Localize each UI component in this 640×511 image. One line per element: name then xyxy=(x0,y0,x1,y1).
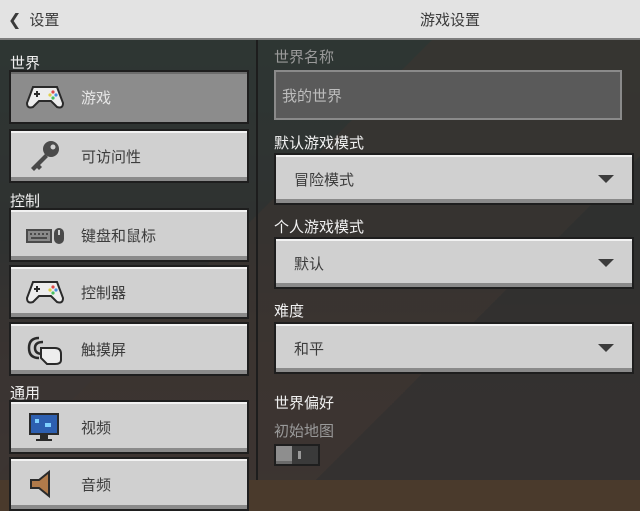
page-title: 游戏设置 xyxy=(419,10,480,29)
default-mode-label: 默认游戏模式 xyxy=(274,134,365,152)
sidebar: 世界 游戏 可访问性 控制 键盘和鼠标 控制器 触摸屏 通用 视频 音频 xyxy=(0,40,258,511)
personal-mode-label: 个人游戏模式 xyxy=(274,218,365,236)
difficulty-value: 和平 xyxy=(294,339,325,358)
controller-icon xyxy=(23,275,67,309)
difficulty-label: 难度 xyxy=(274,302,305,320)
personal-mode-value: 默认 xyxy=(294,254,325,273)
key-icon xyxy=(23,139,67,173)
toggle-knob xyxy=(276,446,292,464)
top-bar: ❮ 设置 游戏设置 xyxy=(0,0,640,40)
sidebar-item-label: 视频 xyxy=(81,418,112,437)
sidebar-item-label: 游戏 xyxy=(81,88,112,107)
sidebar-item-label: 触摸屏 xyxy=(81,340,127,359)
starting-map-label: 初始地图 xyxy=(274,422,335,440)
back-button[interactable]: ❮ 设置 xyxy=(8,6,59,32)
sidebar-item-game[interactable]: 游戏 xyxy=(9,70,249,124)
world-prefs-label: 世界偏好 xyxy=(274,394,335,412)
speaker-icon xyxy=(23,467,67,501)
sidebar-item-label: 键盘和鼠标 xyxy=(81,226,157,245)
personal-mode-dropdown[interactable]: 默认 xyxy=(274,237,634,289)
dropdown-arrow-icon xyxy=(598,259,614,267)
back-label: 设置 xyxy=(29,10,60,29)
world-name-input[interactable]: 我的世界 xyxy=(274,70,622,120)
keyboard-mouse-icon xyxy=(23,218,67,252)
sidebar-item-label: 控制器 xyxy=(81,283,127,302)
settings-panel: 世界名称 我的世界 默认游戏模式 冒险模式 个人游戏模式 默认 难度 和平 世界… xyxy=(258,40,640,480)
sidebar-item-accessibility[interactable]: 可访问性 xyxy=(9,129,249,183)
monitor-icon xyxy=(23,410,67,444)
sidebar-item-video[interactable]: 视频 xyxy=(9,400,249,454)
sidebar-item-audio[interactable]: 音频 xyxy=(9,457,249,511)
chevron-left-icon: ❮ xyxy=(8,9,22,29)
world-name-label: 世界名称 xyxy=(274,48,335,66)
touch-icon xyxy=(23,332,67,366)
sidebar-item-label: 可访问性 xyxy=(81,147,142,166)
sidebar-item-controller[interactable]: 控制器 xyxy=(9,265,249,319)
gamepad-icon xyxy=(23,80,67,114)
dropdown-arrow-icon xyxy=(598,344,614,352)
default-mode-value: 冒险模式 xyxy=(294,170,355,189)
starting-map-toggle[interactable] xyxy=(274,444,320,466)
sidebar-item-touchscreen[interactable]: 触摸屏 xyxy=(9,322,249,376)
difficulty-dropdown[interactable]: 和平 xyxy=(274,322,634,374)
sidebar-item-keyboard-mouse[interactable]: 键盘和鼠标 xyxy=(9,208,249,262)
sidebar-item-label: 音频 xyxy=(81,475,112,494)
toggle-off-mark xyxy=(298,451,301,459)
dropdown-arrow-icon xyxy=(598,175,614,183)
default-mode-dropdown[interactable]: 冒险模式 xyxy=(274,153,634,205)
